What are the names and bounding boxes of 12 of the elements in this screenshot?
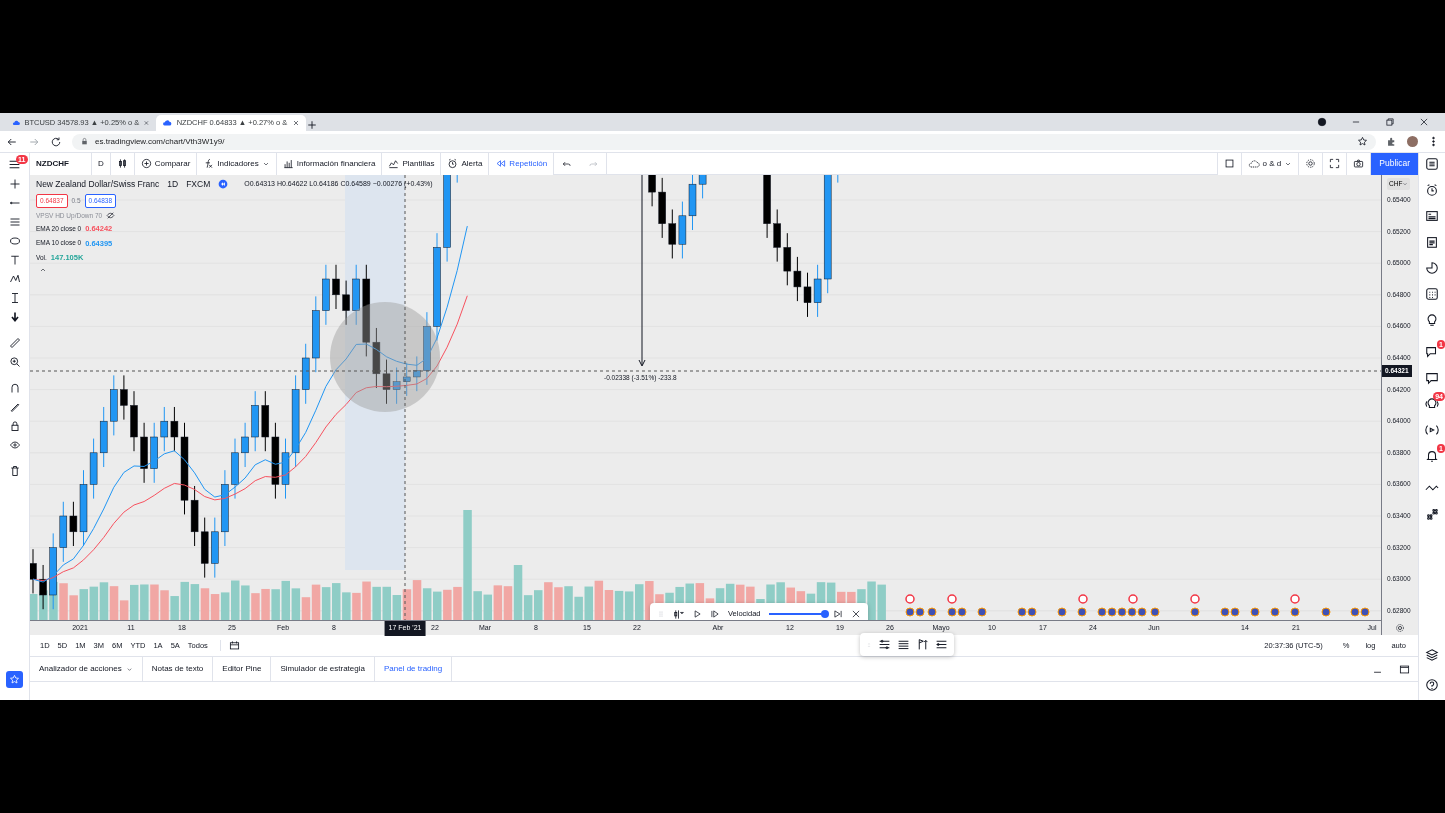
address-bar[interactable]: es.tradingview.com/chart/Vth3W1y9/ [72,133,1376,150]
toolbar-button[interactable]: Alerta [441,152,490,175]
symbol-title: New Zealand Dollar/Swiss Franc [36,178,160,191]
symbol-search[interactable]: NZDCHF [30,152,92,175]
url-text: es.tradingview.com/chart/Vth3W1y9/ [95,135,225,148]
toolbar-button[interactable]: Plantillas [382,152,442,175]
interval-label: 1D [167,178,179,191]
exchange-label: FXCM [186,178,211,191]
toolbar-button[interactable]: Repetición [489,152,555,175]
publish-button[interactable]: Publicar [1371,152,1418,175]
toolbar-button[interactable]: Indicadores [197,152,277,175]
interval-button[interactable]: D [92,152,111,175]
